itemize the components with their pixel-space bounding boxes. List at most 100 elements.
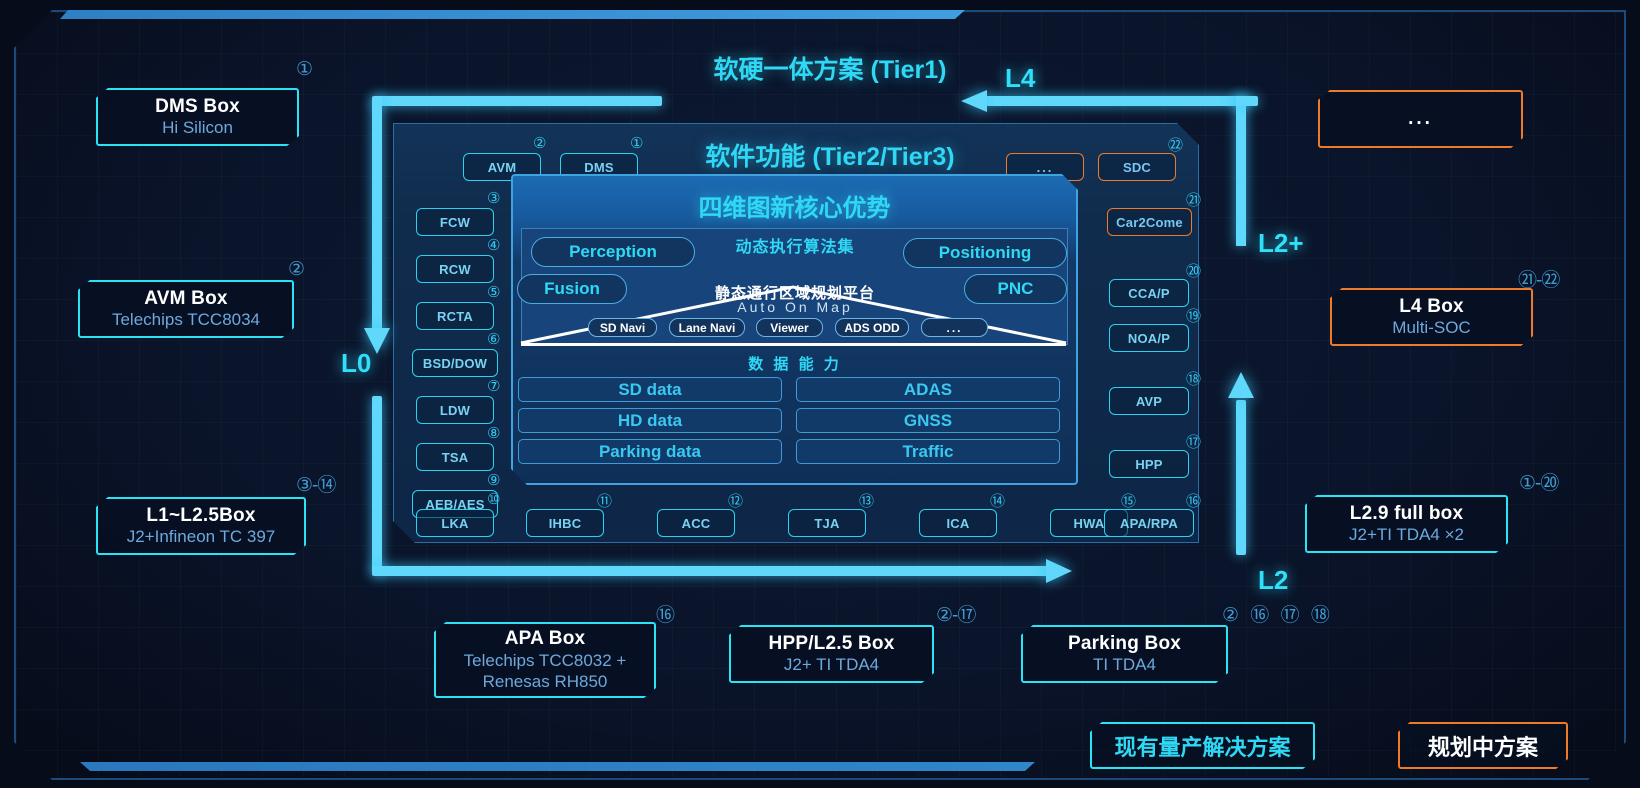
feature-tag-label: HWA bbox=[1073, 515, 1105, 531]
flow-pipe-l4-corner bbox=[1236, 96, 1258, 106]
core-pill-pnc[interactable]: PNC bbox=[964, 274, 1067, 304]
data-bar-adas[interactable]: ADAS bbox=[796, 377, 1060, 402]
feature-tag-ldw[interactable]: LDW bbox=[416, 396, 494, 424]
feature-tag-sdc[interactable]: SDC bbox=[1098, 153, 1176, 181]
box-card-dms[interactable]: DMS Box Hi Silicon bbox=[96, 88, 299, 146]
feature-tag-rcta[interactable]: RCTA bbox=[416, 302, 494, 330]
core-pill-positioning[interactable]: Positioning bbox=[903, 238, 1067, 268]
feature-tag-cca-p[interactable]: CCA/P bbox=[1109, 279, 1189, 307]
index-badge-tag-car2come: ㉑ bbox=[1186, 192, 1201, 209]
data-bar-label: ADAS bbox=[903, 379, 953, 399]
box-card-title: HPP/L2.5 Box bbox=[768, 632, 895, 654]
flow-pipe-l2-vertical bbox=[1236, 400, 1246, 555]
flow-label-l2plus: L2+ bbox=[1258, 228, 1304, 258]
box-card-l1-l25[interactable]: L1~L2.5Box J2+Infineon TC 397 bbox=[96, 497, 306, 555]
box-card-planned-dots[interactable]: ... bbox=[1318, 90, 1523, 148]
feature-tag-label: AVP bbox=[1135, 393, 1163, 409]
data-capability-label: 数 据 能 力 bbox=[748, 356, 842, 373]
index-badge-dms: ① bbox=[296, 59, 313, 80]
feature-tag-apa-rpa[interactable]: APA/RPA bbox=[1104, 509, 1194, 537]
flow-label-l2: L2 bbox=[1258, 565, 1289, 595]
legend-label: 规划中方案 bbox=[1427, 734, 1538, 760]
map-tag-sd-navi[interactable]: SD Navi bbox=[588, 318, 657, 337]
box-card-title: DMS Box bbox=[155, 95, 240, 117]
index-badge-tag-apa-rpa: ⑯ bbox=[1186, 493, 1201, 510]
box-card-avm[interactable]: AVM Box Telechips TCC8034 bbox=[78, 280, 294, 338]
feature-tag-label: RCW bbox=[439, 261, 471, 277]
data-bar-sd-data[interactable]: SD data bbox=[518, 377, 782, 402]
map-tag-viewer[interactable]: Viewer bbox=[756, 318, 823, 337]
index-badge-tag-ldw: ⑦ bbox=[487, 378, 500, 395]
feature-tag-car2come[interactable]: Car2Come bbox=[1107, 208, 1192, 236]
map-tag-more[interactable]: ... bbox=[921, 318, 988, 337]
feature-tag-label: ... bbox=[1036, 159, 1054, 175]
feature-tag-label: BSD/DOW bbox=[422, 355, 488, 371]
feature-tag-ihbc[interactable]: IHBC bbox=[526, 509, 604, 537]
core-pill-perception[interactable]: Perception bbox=[531, 237, 695, 267]
map-tag-ads-odd[interactable]: ADS ODD bbox=[835, 318, 909, 337]
index-badge-avm: ② bbox=[288, 259, 305, 280]
tier1-title: 软硬一体方案 (Tier1) bbox=[713, 56, 947, 84]
map-tag-label: Lane Navi bbox=[678, 320, 736, 335]
index-badge-l4: ㉑-㉒ bbox=[1518, 270, 1560, 291]
box-card-title: L1~L2.5Box bbox=[146, 504, 256, 526]
feature-tag-hpp[interactable]: HPP bbox=[1109, 450, 1189, 478]
data-bar-parking-data[interactable]: Parking data bbox=[518, 439, 782, 464]
index-badge-tag-rcta: ⑤ bbox=[487, 284, 500, 301]
box-card-l4[interactable]: L4 Box Multi-SOC bbox=[1330, 288, 1533, 346]
feature-tag-acc[interactable]: ACC bbox=[657, 509, 735, 537]
data-bar-label: Traffic bbox=[902, 441, 954, 461]
legend-planned-solution[interactable]: 规划中方案 bbox=[1398, 722, 1568, 769]
feature-tag-label: Car2Come bbox=[1116, 214, 1183, 230]
index-badge-tag-noa-p: ⑲ bbox=[1186, 308, 1201, 325]
data-bar-hd-data[interactable]: HD data bbox=[518, 408, 782, 433]
index-badge-tag-avp: ⑱ bbox=[1186, 371, 1201, 388]
box-card-parking[interactable]: Parking Box TI TDA4 bbox=[1021, 625, 1228, 683]
flow-label-l4: L4 bbox=[1005, 63, 1036, 93]
feature-tag-tja[interactable]: TJA bbox=[788, 509, 866, 537]
feature-tag-tsa[interactable]: TSA bbox=[416, 443, 494, 471]
box-card-dots: ... bbox=[1408, 108, 1433, 130]
index-badge-tag-aeb-aes: ⑨ bbox=[487, 472, 500, 489]
index-badge-l29-full: ①-⑳ bbox=[1519, 473, 1559, 494]
feature-tag-label: ACC bbox=[681, 515, 711, 531]
feature-tag-label: LDW bbox=[439, 402, 471, 418]
flow-pipe-l4-horizontal bbox=[986, 96, 1246, 106]
feature-tag-rcw[interactable]: RCW bbox=[416, 255, 494, 283]
data-bar-label: Parking data bbox=[598, 441, 702, 461]
box-card-hpp-l25[interactable]: HPP/L2.5 Box J2+ TI TDA4 bbox=[729, 625, 934, 683]
feature-tag-lka[interactable]: LKA bbox=[416, 509, 494, 537]
box-card-apa[interactable]: APA Box Telechips TCC8032 + Renesas RH85… bbox=[434, 622, 656, 698]
feature-tag-label: NOA/P bbox=[1127, 330, 1171, 346]
core-advantage-title: 四维图新核心优势 bbox=[698, 195, 891, 222]
index-badge-tag-dms: ① bbox=[630, 135, 643, 152]
core-pill-label: Fusion bbox=[544, 279, 600, 298]
index-badge-tag-bsd-dow: ⑥ bbox=[487, 331, 500, 348]
feature-tag-label: RCTA bbox=[437, 308, 473, 324]
data-bar-gnss[interactable]: GNSS bbox=[796, 408, 1060, 433]
box-card-subtitle: Telechips TCC8032 + bbox=[463, 650, 627, 670]
data-bar-label: SD data bbox=[618, 379, 682, 399]
map-tag-lane-navi[interactable]: Lane Navi bbox=[669, 318, 745, 337]
flow-pipe-l0-lower-vertical bbox=[372, 396, 382, 576]
flow-arrow-l4-head bbox=[961, 90, 987, 112]
feature-tag-ica[interactable]: ICA bbox=[919, 509, 997, 537]
feature-tag-label: CCA/P bbox=[1128, 285, 1170, 301]
map-tag-label: ... bbox=[946, 320, 963, 335]
data-bar-traffic[interactable]: Traffic bbox=[796, 439, 1060, 464]
box-card-l29-full[interactable]: L2.9 full box J2+TI TDA4 ×2 bbox=[1305, 495, 1508, 553]
feature-tag-avp[interactable]: AVP bbox=[1109, 387, 1189, 415]
map-tag-label: ADS ODD bbox=[844, 320, 900, 335]
index-badge-tag-ihbc: ⑪ bbox=[597, 493, 612, 510]
index-badge-tag-lka: ⑩ bbox=[487, 491, 500, 508]
index-badge-tag-tja: ⑬ bbox=[859, 493, 874, 510]
feature-tag-noa-p[interactable]: NOA/P bbox=[1109, 324, 1189, 352]
feature-tag-label: AVM bbox=[487, 159, 517, 175]
legend-existing-mass-production[interactable]: 现有量产解决方案 bbox=[1090, 722, 1315, 769]
flow-arrow-l2-head bbox=[1228, 372, 1254, 398]
feature-tag-label: TJA bbox=[814, 515, 840, 531]
feature-tag-bsd-dow[interactable]: BSD/DOW bbox=[412, 349, 498, 377]
flow-arrow-bottom-head bbox=[1046, 559, 1072, 583]
core-pill-fusion[interactable]: Fusion bbox=[517, 274, 627, 304]
feature-tag-fcw[interactable]: FCW bbox=[416, 208, 494, 236]
